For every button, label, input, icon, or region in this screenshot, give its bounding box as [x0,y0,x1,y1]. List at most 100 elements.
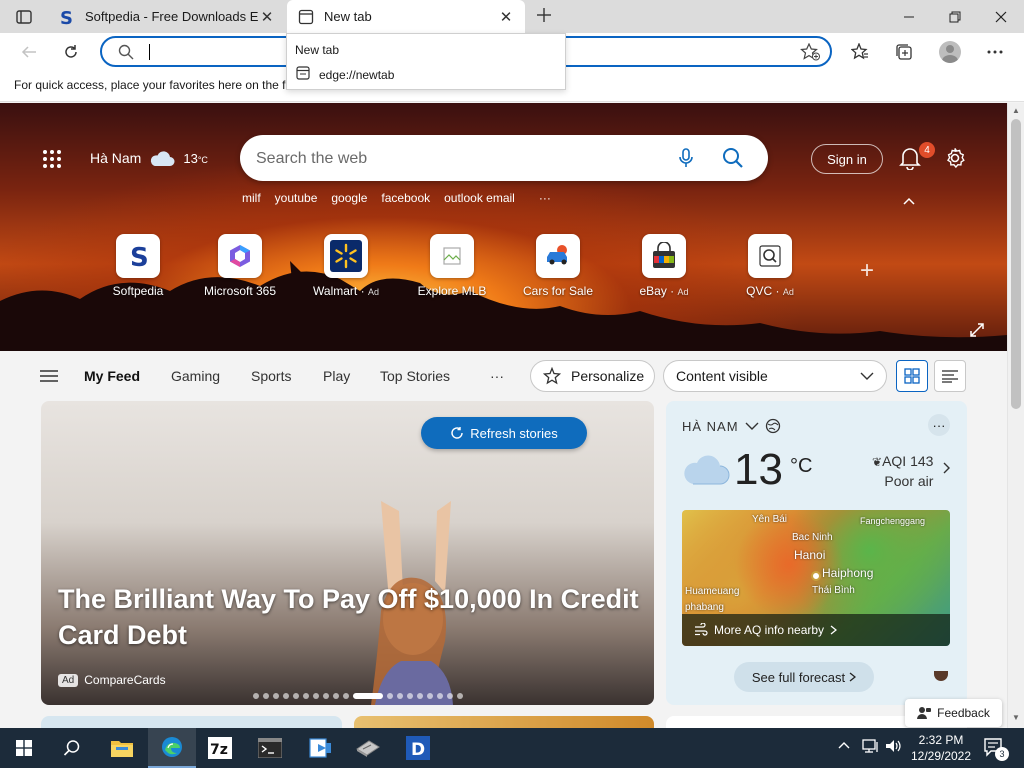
tab-new-tab[interactable]: New tab ✕ [287,0,525,33]
personalize-button[interactable]: Personalize [530,360,655,392]
add-favorite-icon[interactable] [800,42,820,64]
trending-link[interactable]: google [331,191,367,205]
weather-widget[interactable]: Hà Nam 13°C [90,149,208,167]
expand-background-button[interactable] [970,323,984,340]
see-full-forecast-button[interactable]: See full forecast [734,662,874,692]
carousel-dot[interactable] [447,693,453,699]
scroll-up-arrow-icon[interactable]: ▲ [1012,106,1020,115]
feed-tab-my-feed[interactable]: My Feed [84,368,140,384]
settings-and-more-button[interactable] [980,37,1010,67]
microphone-icon[interactable] [678,148,694,171]
quick-link-qvc[interactable]: QVC · Ad [728,234,812,298]
feed-tab-play[interactable]: Play [323,368,350,384]
restore-button[interactable] [932,0,978,33]
carousel-dot[interactable] [283,693,289,699]
file-explorer-button[interactable] [98,728,146,768]
back-button[interactable] [14,37,44,67]
carousel-dot[interactable] [253,693,259,699]
weather-more-button[interactable]: ··· [928,414,950,436]
quick-link-ebay[interactable]: eBay · Ad [622,234,706,298]
profile-button[interactable] [935,37,965,67]
carousel-dot[interactable] [407,693,413,699]
terminal-button[interactable] [246,728,294,768]
trending-link[interactable]: youtube [275,191,318,205]
app-launcher-button[interactable] [42,149,62,172]
carousel-dot[interactable] [427,693,433,699]
sign-in-button[interactable]: Sign in [811,144,883,174]
feed-tab-top-stories[interactable]: Top Stories [380,368,450,384]
taskbar-clock[interactable]: 2:32 PM 12/29/2022 [906,732,976,764]
carousel-dot[interactable] [397,693,403,699]
new-tab-button[interactable] [532,5,556,29]
7zip-button[interactable]: 7z [196,728,244,768]
trending-link[interactable]: milf [242,191,261,205]
minimize-button[interactable] [886,0,932,33]
d-app-button[interactable]: D [394,728,442,768]
refresh-stories-button[interactable]: Refresh stories [421,417,587,449]
carousel-indicator[interactable] [253,693,463,699]
story-card-peek[interactable] [41,716,342,728]
quick-link-walmart[interactable]: Walmart · Ad [304,234,388,298]
carousel-dot[interactable] [333,693,339,699]
page-settings-button[interactable] [944,147,966,172]
collapse-quick-links-button[interactable] [902,195,916,209]
feedback-button[interactable]: Feedback [905,699,1002,727]
volume-icon[interactable] [885,738,903,757]
carousel-dot[interactable] [313,693,319,699]
disk-utility-button[interactable] [344,728,392,768]
list-layout-button[interactable] [934,360,966,392]
collections-button[interactable] [889,37,919,67]
notifications-button[interactable]: 4 [899,142,935,173]
story-headline[interactable]: The Brilliant Way To Pay Off $10,000 In … [58,581,648,653]
tab-softpedia[interactable]: S Softpedia - Free Downloads Encyclopedi… [48,0,286,33]
air-quality[interactable]: ❦AQI 143 Poor air [872,452,933,491]
search-submit-icon[interactable] [722,147,744,172]
quick-link-microsoft-365[interactable]: Microsoft 365 [198,234,282,298]
quick-link-cars-for-sale[interactable]: Cars for Sale [516,234,600,298]
content-visibility-select[interactable]: Content visible [663,360,887,392]
refresh-button[interactable] [56,37,86,67]
close-window-button[interactable] [978,0,1024,33]
carousel-dot[interactable] [387,693,393,699]
grid-layout-button[interactable] [896,360,928,392]
carousel-dot[interactable] [343,693,349,699]
trending-link[interactable]: facebook [381,191,430,205]
feed-tab-sports[interactable]: Sports [251,368,291,384]
carousel-dot[interactable] [417,693,423,699]
taskbar-search-button[interactable] [48,728,96,768]
weather-card-location[interactable]: HÀ NAM [682,418,781,434]
carousel-dot[interactable] [353,693,383,699]
feed-more-button[interactable]: ··· [490,368,504,384]
trending-more-button[interactable]: ··· [539,191,551,205]
scroll-down-arrow-icon[interactable]: ▼ [1012,713,1020,722]
carousel-dot[interactable] [437,693,443,699]
story-card-peek[interactable] [354,716,654,728]
quick-link-explore-mlb[interactable]: Explore MLB [410,234,494,298]
page-scrollbar[interactable]: ▲ ▼ [1007,103,1024,728]
start-button[interactable] [0,728,48,768]
web-search-box[interactable]: Search the web [240,135,768,181]
scrollbar-thumb[interactable] [1011,119,1021,409]
favorites-button[interactable] [845,37,875,67]
more-aq-info-link[interactable]: More AQ info nearby [682,614,950,646]
feed-tab-gaming[interactable]: Gaming [171,368,220,384]
show-hidden-icons-button[interactable] [838,738,850,753]
carousel-dot[interactable] [273,693,279,699]
edge-taskbar-button[interactable] [148,728,196,768]
carousel-dot[interactable] [293,693,299,699]
network-icon[interactable] [862,738,880,757]
tab-actions-menu-button[interactable] [8,6,40,28]
trending-link[interactable]: outlook email [444,191,515,205]
migration-app-button[interactable] [296,728,344,768]
action-center-button[interactable]: 3 [983,737,1009,761]
carousel-dot[interactable] [263,693,269,699]
new-tab-page-icon [297,8,315,26]
carousel-dot[interactable] [457,693,463,699]
hamburger-menu-icon[interactable] [40,369,58,386]
quick-link-softpedia[interactable]: S Softpedia [96,234,180,298]
carousel-dot[interactable] [303,693,309,699]
tab-close-button[interactable]: ✕ [258,8,276,26]
tab-close-button[interactable]: ✕ [497,8,515,26]
add-quick-link-button[interactable]: + [860,257,874,285]
carousel-dot[interactable] [323,693,329,699]
